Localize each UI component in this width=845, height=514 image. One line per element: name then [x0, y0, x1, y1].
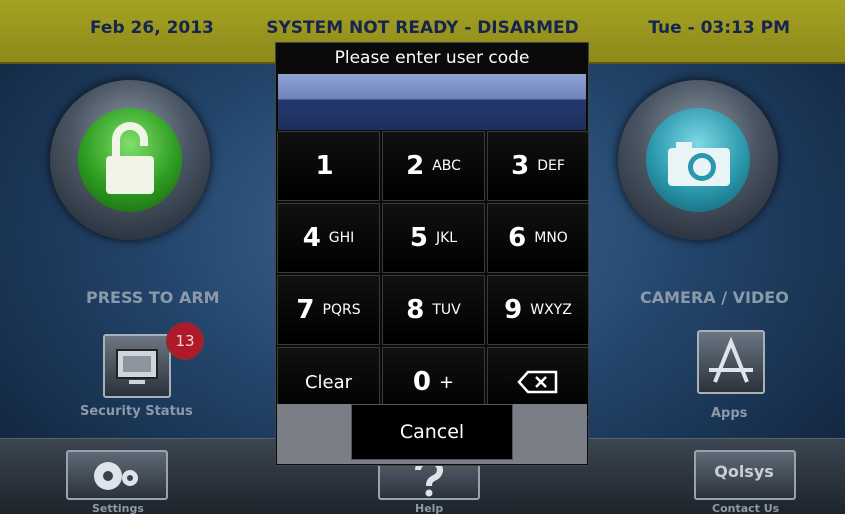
- camera-label: CAMERA / VIDEO: [640, 288, 789, 307]
- key-letters: GHI: [328, 230, 355, 246]
- key-letters: TUV: [432, 302, 461, 318]
- key-digit: 2: [406, 151, 425, 181]
- security-status-button[interactable]: [103, 334, 171, 398]
- key-digit: 1: [315, 151, 334, 181]
- key-letters: PQRS: [322, 302, 361, 318]
- settings-button[interactable]: [66, 450, 168, 500]
- key-letters: WXYZ: [530, 302, 572, 318]
- key-7[interactable]: 7 PQRS: [277, 275, 380, 345]
- help-label: Help: [415, 502, 444, 514]
- key-letters: ABC: [432, 158, 461, 174]
- key-digit: 5: [409, 223, 428, 253]
- user-code-dialog: Please enter user code 1 2 ABC 3 DEF 4 G…: [275, 42, 589, 466]
- clear-label: Clear: [304, 371, 353, 393]
- apps-icon: [709, 336, 753, 383]
- camera-button[interactable]: [618, 80, 778, 240]
- arm-button-core: [78, 108, 182, 212]
- apps-label: Apps: [711, 406, 748, 421]
- key-digit: 8: [406, 295, 425, 325]
- qolsys-logo: Qolsys: [714, 462, 774, 481]
- security-status-label: Security Status: [80, 404, 193, 419]
- dialog-title: Please enter user code: [334, 48, 530, 68]
- user-code-input[interactable]: [278, 74, 586, 130]
- key-letters: +: [439, 371, 455, 393]
- key-digit: 3: [511, 151, 530, 181]
- key-digit: 6: [508, 223, 527, 253]
- key-digit: 7: [296, 295, 315, 325]
- key-digit: 4: [302, 223, 321, 253]
- camera-button-core: [646, 108, 750, 212]
- key-letters: JKL: [435, 230, 458, 246]
- unlocked-padlock-icon: [106, 122, 154, 194]
- settings-label: Settings: [92, 502, 144, 514]
- arm-button[interactable]: [50, 80, 210, 240]
- key-digit: 9: [504, 295, 523, 325]
- backspace-icon: [517, 370, 558, 394]
- key-9[interactable]: 9 WXYZ: [487, 275, 589, 345]
- monitor-icon: [116, 349, 158, 384]
- cancel-button[interactable]: Cancel: [351, 404, 513, 460]
- status-time: Tue - 03:13 PM: [648, 18, 790, 38]
- key-4[interactable]: 4 GHI: [277, 203, 380, 273]
- key-letters: DEF: [537, 158, 565, 174]
- apps-button[interactable]: [697, 330, 765, 394]
- gear-icon: [94, 462, 138, 490]
- keypad: 1 2 ABC 3 DEF 4 GHI 5 JKL 6 MNO 7 PQRS 8…: [277, 131, 589, 417]
- key-1[interactable]: 1: [277, 131, 380, 201]
- camera-icon: [668, 142, 730, 186]
- arm-label: PRESS TO ARM: [86, 288, 220, 307]
- key-8[interactable]: 8 TUV: [382, 275, 485, 345]
- home-screen: Feb 26, 2013 SYSTEM NOT READY - DISARMED…: [0, 0, 845, 514]
- contact-us-label: Contact Us: [712, 502, 780, 514]
- notification-badge: 13: [166, 322, 204, 360]
- cancel-area: Cancel: [277, 404, 587, 464]
- key-6[interactable]: 6 MNO: [487, 203, 589, 273]
- key-digit: 0: [412, 367, 431, 397]
- key-letters: MNO: [534, 230, 568, 246]
- key-2[interactable]: 2 ABC: [382, 131, 485, 201]
- key-3[interactable]: 3 DEF: [487, 131, 589, 201]
- key-5[interactable]: 5 JKL: [382, 203, 485, 273]
